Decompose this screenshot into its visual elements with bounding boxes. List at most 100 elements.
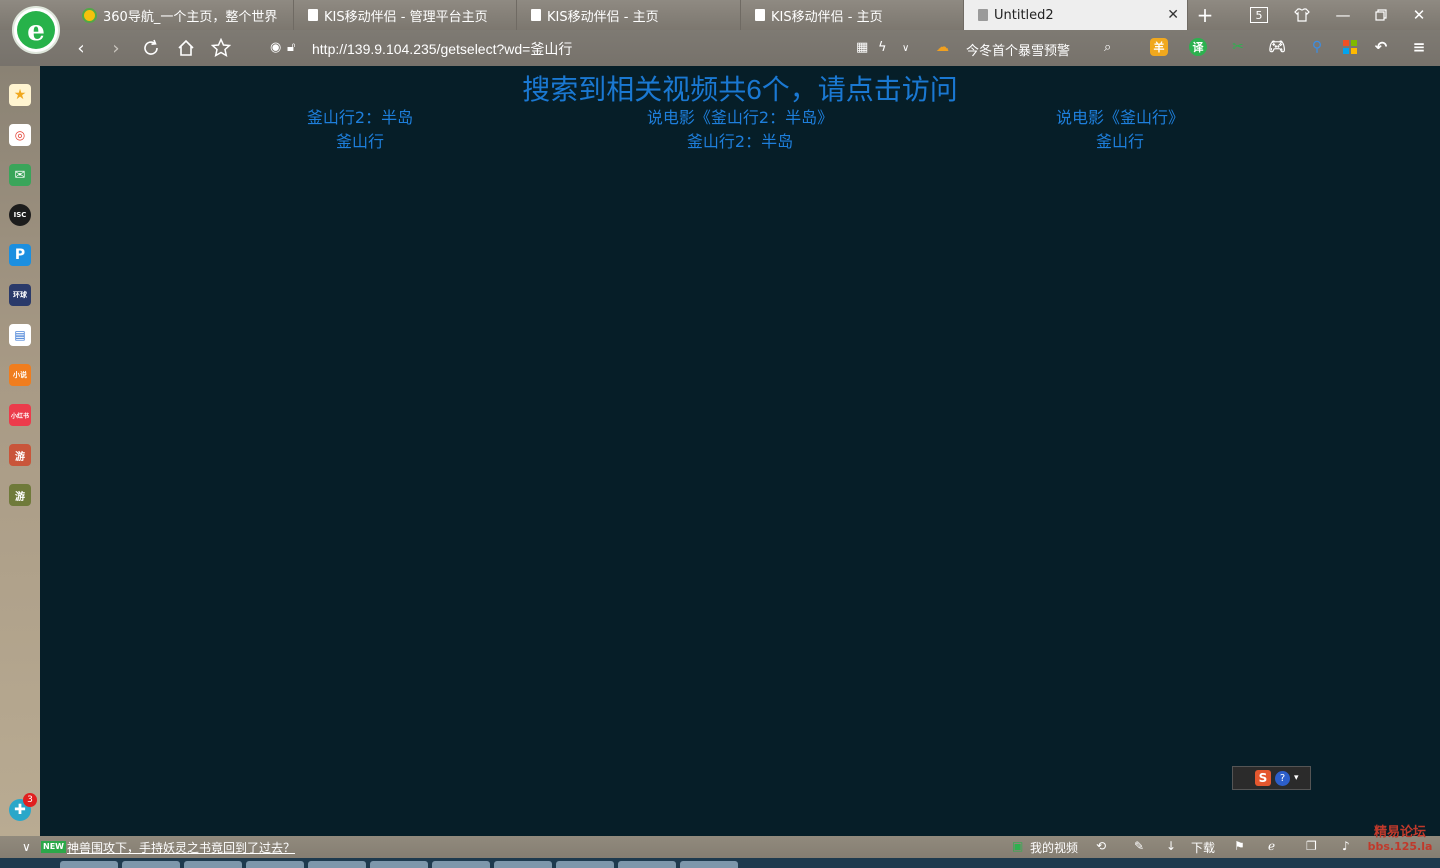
translate-extension-icon[interactable]: 译 xyxy=(1189,38,1207,56)
minimize-button[interactable]: — xyxy=(1332,0,1354,30)
tab-count-badge[interactable]: 5 xyxy=(1250,7,1268,23)
browser-logo[interactable]: e xyxy=(12,6,60,54)
weather-icon[interactable]: ☁ xyxy=(936,40,949,55)
page-icon xyxy=(978,9,988,21)
gamepad-icon[interactable]: 🎮︎ xyxy=(1268,38,1286,56)
p-app-icon[interactable]: P xyxy=(9,244,31,266)
restore-button[interactable] xyxy=(1370,0,1392,30)
back-button[interactable]: ‹ xyxy=(69,36,93,60)
page-icon xyxy=(308,9,318,21)
flag-icon[interactable]: ⚑ xyxy=(1234,839,1245,853)
notification-badge: 3 xyxy=(23,793,37,807)
speedup-icon[interactable]: ⟲ xyxy=(1096,839,1106,853)
my-video-button[interactable]: 我的视频 xyxy=(1030,839,1078,856)
search-icon[interactable]: ⌕ xyxy=(1104,40,1111,55)
tab-kis-home-2[interactable]: KIS移动伴侣 - 主页 xyxy=(741,0,964,30)
game-app-2-icon[interactable]: 游 xyxy=(9,484,31,506)
tab-label: Untitled2 xyxy=(994,7,1054,23)
help-icon[interactable]: ? xyxy=(1275,770,1290,786)
taskbar-button[interactable] xyxy=(618,861,676,868)
star-icon[interactable]: ★ xyxy=(9,84,31,106)
window-icon[interactable]: ❐ xyxy=(1306,839,1317,853)
status-news-link[interactable]: 神兽围攻下，手持妖灵之书竟回到了过去？ xyxy=(67,839,295,856)
forward-button[interactable]: › xyxy=(104,36,128,60)
video-link[interactable]: 说电影《釜山行》 xyxy=(930,108,1310,128)
close-window-button[interactable]: ✕ xyxy=(1408,0,1430,30)
apps-grid-icon[interactable] xyxy=(1341,38,1359,56)
insecure-lock-icon[interactable]: 🔓︎ xyxy=(287,40,295,55)
watermark-line-1: 精易论坛 xyxy=(1373,825,1426,840)
shield-extension-icon[interactable]: 羊 xyxy=(1150,38,1168,56)
video-link[interactable]: 釜山行 xyxy=(930,132,1310,152)
isc-icon[interactable]: ISC xyxy=(9,204,31,226)
tab-kis-home-1[interactable]: KIS移动伴侣 - 主页 xyxy=(517,0,741,30)
taskbar-button[interactable] xyxy=(60,861,118,868)
ime-menu-icon[interactable]: ▾ xyxy=(1294,773,1299,783)
ime-toolbar[interactable]: S ? ▾ xyxy=(1232,766,1311,790)
news-app-icon[interactable]: 环球 xyxy=(9,284,31,306)
video-link[interactable]: 釜山行2：半岛 xyxy=(170,108,550,128)
page-content: 搜索到相关视频共6个，请点击访问 釜山行2：半岛 说电影《釜山行2：半岛》 说电… xyxy=(40,66,1440,836)
speaker-icon[interactable]: ♪ xyxy=(1342,839,1350,853)
document-icon[interactable]: ▤ xyxy=(9,324,31,346)
weibo-icon[interactable]: ◎ xyxy=(9,124,31,146)
watermark-line-2: bbs.125.la xyxy=(1367,840,1433,853)
tab-label: KIS移动伴侣 - 主页 xyxy=(771,9,883,25)
taskbar-button[interactable] xyxy=(308,861,366,868)
close-tab-icon[interactable]: ✕ xyxy=(1167,7,1179,23)
address-toolbar: ‹ › ◉ 🔓︎ http://139.9.104.235/getselect?… xyxy=(0,30,1440,66)
security-dot-icon: ◉ xyxy=(270,40,282,55)
magnifier-icon[interactable]: ⚲ xyxy=(1308,38,1326,56)
tab-bar: 360导航_一个主页，整个世界 KIS移动伴侣 - 管理平台主页 KIS移动伴侣… xyxy=(0,0,1440,30)
sogou-ime-icon[interactable]: S xyxy=(1255,770,1271,786)
forum-watermark: 精易论坛 bbs.125.la xyxy=(1364,826,1436,860)
taskbar-button[interactable] xyxy=(680,861,738,868)
taskbar-button[interactable] xyxy=(556,861,614,868)
video-list: 釜山行2：半岛 说电影《釜山行2：半岛》 说电影《釜山行》 釜山行 釜山行2：半… xyxy=(170,108,1310,152)
taskbar-button[interactable] xyxy=(432,861,490,868)
favorite-star-button[interactable] xyxy=(209,36,233,60)
tab-untitled2[interactable]: Untitled2 ✕ xyxy=(964,0,1188,30)
taskbar-button[interactable] xyxy=(184,861,242,868)
pin-icon[interactable]: ✎ xyxy=(1134,839,1144,853)
home-button[interactable] xyxy=(174,36,198,60)
taskbar-button[interactable] xyxy=(122,861,180,868)
taskbar-button[interactable] xyxy=(246,861,304,868)
video-icon: ▣ xyxy=(1012,839,1024,853)
ie-icon[interactable]: ℯ xyxy=(1268,839,1275,853)
tab-label: 360导航_一个主页，整个世界 xyxy=(103,9,278,25)
qr-code-icon[interactable]: ▦ xyxy=(856,40,868,55)
tab-label: KIS移动伴侣 - 管理平台主页 xyxy=(324,9,488,25)
sidebar: ★ ◎ ✉ ISC P 环球 ▤ 小说 小红书 游 游 ✚ 3 xyxy=(0,66,40,836)
scissors-icon[interactable]: ✂ xyxy=(1229,38,1247,56)
lightning-icon[interactable]: ϟ xyxy=(878,40,887,55)
menu-icon[interactable]: ≡ xyxy=(1410,38,1428,56)
tab-360-nav[interactable]: 360导航_一个主页，整个世界 xyxy=(68,0,294,30)
new-tab-button[interactable]: + xyxy=(1194,0,1216,30)
page-icon xyxy=(531,9,541,21)
download-icon[interactable]: ↓ xyxy=(1166,839,1176,853)
360-nav-icon xyxy=(82,7,97,23)
page-icon xyxy=(755,9,765,21)
tab-kis-admin[interactable]: KIS移动伴侣 - 管理平台主页 xyxy=(294,0,517,30)
novel-icon[interactable]: 小说 xyxy=(9,364,31,386)
chevron-down-icon[interactable]: ∨ xyxy=(902,43,909,54)
video-link[interactable]: 釜山行 xyxy=(170,132,550,152)
video-link[interactable]: 说电影《釜山行2：半岛》 xyxy=(550,108,930,128)
collapse-chevron-icon[interactable]: ∨ xyxy=(22,840,31,854)
redbook-icon[interactable]: 小红书 xyxy=(9,404,31,426)
undo-icon[interactable]: ↶ xyxy=(1372,38,1390,56)
360-browser-icon: e xyxy=(17,11,55,49)
news-ticker[interactable]: 今冬首个暴雪预警 xyxy=(966,40,1070,59)
video-link[interactable]: 釜山行2：半岛 xyxy=(550,132,930,152)
refresh-button[interactable] xyxy=(139,36,163,60)
game-app-icon[interactable]: 游 xyxy=(9,444,31,466)
taskbar-button[interactable] xyxy=(370,861,428,868)
page-title: 搜索到相关视频共6个，请点击访问 xyxy=(522,74,958,105)
address-bar-url[interactable]: http://139.9.104.235/getselect?wd=釜山行 xyxy=(312,39,572,59)
taskbar-button[interactable] xyxy=(494,861,552,868)
download-button[interactable]: 下载 xyxy=(1191,839,1215,856)
skin-icon[interactable] xyxy=(1290,0,1314,30)
mail-icon[interactable]: ✉ xyxy=(9,164,31,186)
status-bar: ∨ NEW 神兽围攻下，手持妖灵之书竟回到了过去？ ▣ 我的视频 ⟲ ✎ ↓ 下… xyxy=(0,836,1440,858)
